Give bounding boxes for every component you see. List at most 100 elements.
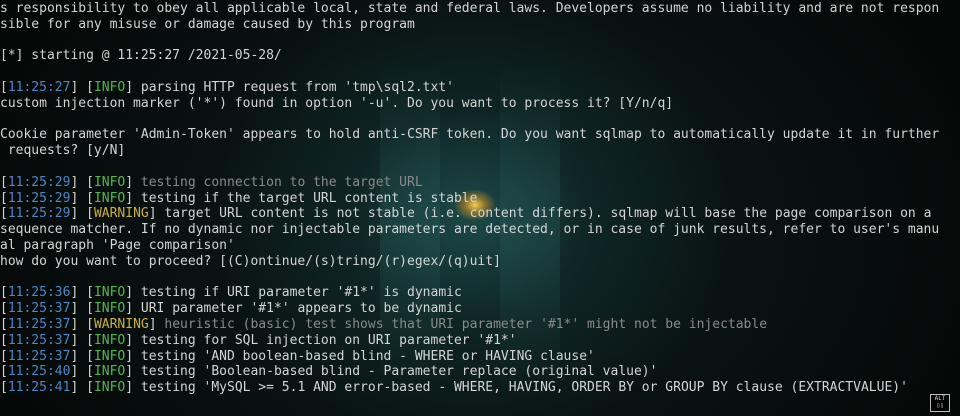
bracket: [	[0, 348, 8, 364]
terminal-line: [11:25:37] [INFO] testing 'AND boolean-b…	[0, 349, 939, 365]
log-timestamp: 11:25:40	[7, 364, 71, 380]
bracket: ]	[125, 301, 134, 317]
bracket: [	[0, 380, 8, 396]
log-level: INFO	[93, 79, 126, 95]
log-timestamp: 11:25:37	[7, 316, 71, 332]
log-message: testing if URI parameter '#1*' is dynami…	[133, 285, 462, 301]
log-level: WARNING	[93, 316, 149, 332]
log-message: parsing HTTP request from 'tmp\sql2.txt'	[133, 79, 454, 95]
terminal-line: sible for any misuse or damage caused by…	[0, 17, 939, 33]
bracket: ]	[125, 174, 134, 190]
bracket: ]	[125, 364, 134, 380]
line-text: al paragraph 'Page comparison'	[0, 237, 235, 253]
bracket: ]	[148, 316, 157, 332]
bracket: [	[0, 285, 8, 301]
terminal-line: [11:25:29] [WARNING] target URL content …	[0, 206, 939, 222]
log-timestamp: 11:25:29	[7, 190, 71, 206]
line-text: sible for any misuse or damage caused by…	[0, 16, 415, 32]
log-timestamp: 11:25:29	[7, 174, 71, 190]
bracket: [	[0, 190, 8, 206]
line-text: Cookie parameter 'Admin-Token' appears t…	[0, 127, 940, 143]
bracket: ] [	[70, 332, 94, 348]
bracket: ] [	[70, 206, 94, 222]
log-message: URI parameter '#1*' appears to be dynami…	[133, 301, 462, 317]
terminal-line: custom injection marker ('*') found in o…	[0, 96, 939, 112]
bracket: ] [	[70, 285, 94, 301]
terminal-line: al paragraph 'Page comparison'	[0, 238, 939, 254]
terminal-line: [11:25:37] [INFO] testing for SQL inject…	[0, 333, 939, 349]
terminal-line: s responsibility to obey all applicable …	[0, 1, 939, 17]
bracket: ] [	[70, 380, 94, 396]
log-timestamp: 11:25:27	[7, 79, 71, 95]
keyboard-badge-icon: ALT ▯▯	[930, 394, 950, 412]
log-message: heuristic (basic) test shows that URI pa…	[156, 316, 768, 332]
bracket: [	[0, 206, 8, 222]
bracket: ] [	[70, 316, 94, 332]
line-text: custom injection marker ('*') found in o…	[0, 95, 674, 111]
terminal-line: sequence matcher. If no dynamic nor inje…	[0, 222, 939, 238]
terminal-line: [11:25:29] [INFO] testing connection to …	[0, 175, 939, 191]
log-level: INFO	[93, 174, 126, 190]
terminal-line: [11:25:29] [INFO] testing if the target …	[0, 191, 939, 207]
log-message: target URL content is not stable (i.e. c…	[156, 206, 932, 222]
log-timestamp: 11:25:36	[7, 285, 71, 301]
terminal-line: [11:25:36] [INFO] testing if URI paramet…	[0, 285, 939, 301]
log-message: testing connection to the target URL	[133, 174, 423, 190]
bracket: ]	[125, 348, 134, 364]
bracket: ] [	[70, 364, 94, 380]
bracket: [	[0, 364, 8, 380]
line-text: [*] starting @ 11:25:27 /2021-05-28/	[0, 48, 282, 64]
bracket: ] [	[70, 301, 94, 317]
bracket: [	[0, 332, 8, 348]
log-level: WARNING	[93, 206, 149, 222]
log-message: testing for SQL injection on URI paramet…	[133, 332, 517, 348]
terminal-line: Cookie parameter 'Admin-Token' appears t…	[0, 127, 939, 143]
log-message: testing 'MySQL >= 5.1 AND error-based - …	[133, 380, 908, 396]
terminal-window[interactable]: s responsibility to obey all applicable …	[0, 0, 960, 416]
line-text: s responsibility to obey all applicable …	[0, 1, 940, 16]
terminal-line: how do you want to proceed? [(C)ontinue/…	[0, 254, 939, 270]
log-timestamp: 11:25:37	[7, 348, 71, 364]
log-message: testing 'AND boolean-based blind - WHERE…	[133, 348, 595, 364]
log-level: INFO	[93, 332, 126, 348]
terminal-line: [11:25:27] [INFO] parsing HTTP request f…	[0, 80, 939, 96]
log-timestamp: 11:25:37	[7, 301, 71, 317]
log-level: INFO	[93, 348, 126, 364]
line-text: requests? [y/N]	[0, 143, 126, 159]
log-level: INFO	[93, 301, 126, 317]
bracket: [	[0, 79, 8, 95]
line-text: how do you want to proceed? [(C)ontinue/…	[0, 253, 501, 269]
log-timestamp: 11:25:41	[7, 380, 71, 396]
log-level: INFO	[93, 190, 126, 206]
bracket: ]	[125, 190, 134, 206]
terminal-line: [11:25:37] [INFO] URI parameter '#1*' ap…	[0, 301, 939, 317]
bracket: ]	[125, 332, 134, 348]
bracket: ] [	[70, 190, 94, 206]
log-message: testing if the target URL content is sta…	[133, 190, 478, 206]
terminal-line: requests? [y/N]	[0, 143, 939, 159]
bracket: ] [	[70, 174, 94, 190]
bracket: [	[0, 174, 8, 190]
bracket: ]	[125, 79, 134, 95]
terminal-output: s responsibility to obey all applicable …	[0, 1, 939, 396]
line-text: sequence matcher. If no dynamic nor inje…	[0, 222, 940, 238]
bracket: [	[0, 316, 8, 332]
terminal-line: [*] starting @ 11:25:27 /2021-05-28/	[0, 48, 939, 64]
bracket: [	[0, 301, 8, 317]
log-message: testing 'Boolean-based blind - Parameter…	[133, 364, 658, 380]
bracket: ]	[125, 380, 134, 396]
log-level: INFO	[93, 285, 126, 301]
terminal-line: [11:25:41] [INFO] testing 'MySQL >= 5.1 …	[0, 380, 939, 396]
bracket: ]	[148, 206, 157, 222]
bracket: ] [	[70, 348, 94, 364]
log-level: INFO	[93, 380, 126, 396]
log-timestamp: 11:25:37	[7, 332, 71, 348]
log-level: INFO	[93, 364, 126, 380]
bracket: ]	[125, 285, 134, 301]
terminal-line: [11:25:37] [WARNING] heuristic (basic) t…	[0, 317, 939, 333]
